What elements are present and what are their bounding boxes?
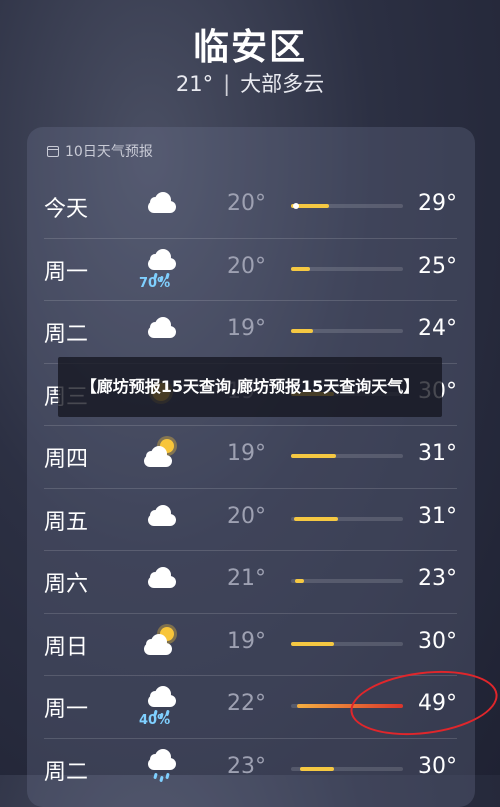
article-title-banner: 【廊坊预报15天查询,廊坊预报15天查询天气】 [58, 357, 442, 417]
rain-cloud-icon [142, 748, 182, 790]
low-temperature: 19° [227, 316, 266, 341]
temperature-range-fill [291, 329, 314, 333]
forecast-row[interactable]: 周四 19° 31° [44, 425, 457, 487]
cloud-icon [142, 560, 182, 602]
temperature-range-fill [294, 516, 339, 521]
forecast-day-label: 周二 [44, 759, 89, 785]
cloud-icon [142, 498, 182, 540]
temperature-range-bar [291, 454, 403, 458]
forecast-row[interactable]: 周五 20° 31° [44, 487, 457, 550]
separator: | [223, 72, 231, 96]
forecast-row[interactable]: 周一 70% 20° 25° [44, 237, 457, 300]
forecast-day-label: 周一 [44, 697, 89, 722]
temperature-range-bar [291, 641, 403, 646]
banner-text: 【廊坊预报15天查询,廊坊预报15天查询天气】 [80, 377, 420, 396]
high-temperature: 30° [418, 628, 457, 654]
temperature-range-fill [291, 641, 334, 646]
current-condition: 大部多云 [240, 72, 325, 96]
forecast-day-label: 周六 [44, 572, 89, 597]
temperature-range-bar [291, 579, 403, 583]
temperature-range-bar [291, 203, 403, 209]
temperature-range-fill [291, 454, 336, 458]
temperature-range-fill [295, 579, 305, 583]
low-temperature: 19° [227, 628, 266, 654]
temperature-range-bar [291, 766, 403, 771]
high-temperature: 31° [418, 441, 457, 466]
forecast-row[interactable]: 周六 21° 23° [44, 550, 457, 612]
high-temperature: 25° [418, 253, 457, 279]
precipitation-chance: 40% [139, 713, 171, 728]
forecast-day-label: 周四 [44, 447, 89, 472]
temperature-range-fill [299, 766, 334, 771]
calendar-icon [47, 145, 59, 157]
high-temperature: 24° [418, 316, 457, 341]
forecast-row[interactable]: 今天 20° 29° [44, 175, 457, 237]
partly-cloudy-icon [142, 623, 182, 665]
high-temperature: 23° [418, 566, 457, 591]
temperature-range-bar [291, 329, 403, 333]
partly-cloudy-icon [142, 435, 182, 477]
forecast-row[interactable]: 周日 19° 30° [44, 612, 457, 675]
cloud-icon [142, 310, 182, 352]
cloud-icon [142, 185, 182, 227]
forecast-title-label: 10日天气预报 [65, 144, 153, 160]
forecast-day-label: 周五 [44, 509, 89, 535]
current-temperature: 21° [175, 72, 214, 96]
precipitation-chance: 70% [139, 275, 171, 291]
city-name: 临安区 [192, 27, 307, 68]
low-temperature: 20° [227, 191, 266, 216]
low-temperature: 19° [227, 441, 266, 466]
temperature-range-bar [291, 266, 403, 271]
low-temperature: 20° [227, 503, 266, 529]
low-temperature: 20° [227, 253, 266, 279]
forecast-day-label: 周日 [44, 634, 89, 660]
low-temperature: 22° [227, 691, 266, 716]
temperature-range-bar [291, 516, 403, 521]
current-temperature-marker [293, 203, 299, 209]
forecast-day-label: 周二 [44, 322, 89, 347]
current-conditions: 21° | 大部多云 [0, 68, 500, 98]
forecast-row[interactable]: 周二 23° 30° [44, 737, 457, 800]
forecast-row[interactable]: 周二 19° 24° [44, 300, 457, 362]
low-temperature: 21° [227, 566, 266, 591]
high-temperature: 29° [418, 191, 457, 216]
high-temperature: 31° [418, 503, 457, 529]
temperature-range-fill [291, 266, 311, 271]
forecast-day-label: 今天 [44, 197, 89, 222]
forecast-day-label: 周一 [44, 259, 89, 285]
forecast-card-title: 10日天气预报 [47, 141, 153, 161]
